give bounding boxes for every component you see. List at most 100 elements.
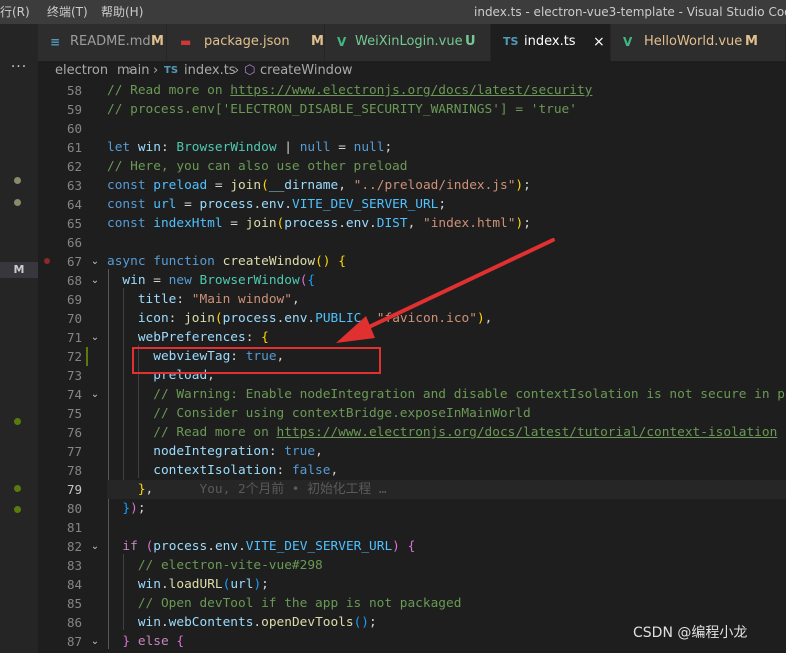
identifier: __dirname [268,178,339,193]
breadcrumb-symbol[interactable]: createWindow [260,63,353,79]
vue-file-icon: V [337,35,347,49]
property-key: title [137,292,177,307]
fold-chevron-icon[interactable]: ⌄ [89,385,101,404]
identifier: process [153,539,208,554]
activity-bar: ··· M [0,24,38,653]
breadcrumb-folder[interactable]: main [117,63,149,79]
code-link[interactable]: https://www.electronjs.org/docs/latest/s… [230,83,592,98]
tab-readme[interactable]: ≡ README.md M [38,24,167,61]
tab-label: index.ts [524,34,576,49]
breadcrumb-folder[interactable]: electron [55,63,108,79]
tab-helloworld-vue[interactable]: V HelloWorld.vue M [611,24,786,61]
close-icon[interactable]: × [593,33,605,51]
line-number: 70 [66,311,82,326]
identifier: indexHtml [153,216,223,231]
scm-added-dot [14,485,21,492]
keyword: if [122,539,138,554]
breadcrumb: electron › main › TS index.ts › ⬡ create… [38,61,786,81]
fold-chevron-icon[interactable]: ⌄ [89,271,101,290]
code-line-58: // Read more on https://www.electronjs.o… [107,81,592,100]
code-line-67: async function createWindow() { [107,254,346,269]
line-number: 61 [66,140,82,155]
line-number: 63 [66,178,82,193]
scm-modified-dot [14,199,21,206]
string: "../preload/index.js" [353,178,516,193]
code-line-79: }, You, 2个月前 • 初始化工程 … [107,480,786,499]
string: "Main window" [191,292,292,307]
code-line-71: webPreferences: { [137,330,269,345]
keyword: null [353,140,385,155]
line-number: 81 [66,520,82,535]
menu-run[interactable]: 行(R) [0,4,30,20]
menu-help[interactable]: 帮助(H) [101,4,143,20]
type-name: BrowserWindow [199,273,300,288]
identifier: VITE_DEV_SERVER_URL [245,539,393,554]
tab-status: U [465,34,476,49]
identifier: process [222,311,277,326]
fold-chevron-icon[interactable]: ⌄ [89,252,101,271]
identifier: env [284,311,308,326]
code-line-85: // Open devTool if the app is not packag… [107,594,462,613]
watermark: CSDN @编程小龙 [633,625,748,641]
npm-file-icon: ▬ [180,35,192,49]
line-number: 80 [66,501,82,516]
identifier: VITE_DEV_SERVER_URL [292,197,439,212]
fold-chevron-icon[interactable]: ⌄ [89,537,101,556]
comment: // Consider using contextBridge.exposeIn… [153,406,531,421]
keyword: null [299,140,331,155]
tab-weixinlogin-vue[interactable]: V WeiXinLogin.vue U [325,24,491,61]
fold-chevron-icon[interactable]: ⌄ [89,328,101,347]
tab-index-ts[interactable]: TS index.ts × [491,24,611,61]
comment: // electron-vite-vue#298 [137,558,323,573]
keyword: const [107,178,146,193]
keyword: let [107,140,131,155]
code-line-63: const preload = join(__dirname, "../prel… [107,178,531,193]
string: "favicon.ico" [376,311,477,326]
fold-chevron-icon[interactable]: ⌄ [89,632,101,651]
code-line-80: }); [122,501,146,516]
line-number: 79 [66,482,82,497]
keyword: new [168,273,192,288]
property-key: icon [137,311,169,326]
code-line-82: if (process.env.VITE_DEV_SERVER_URL) { [122,539,416,554]
git-change-bar [86,347,88,366]
property-key: contextIsolation [153,463,277,478]
code-line-75: // Consider using contextBridge.exposeIn… [107,404,531,423]
line-number: 84 [66,577,82,592]
function-name: join [245,216,277,231]
line-number: 62 [66,159,82,174]
code-line-87: } else { [122,634,185,649]
menu-terminal[interactable]: 终端(T) [47,4,88,20]
comment: // Read more on [107,83,231,98]
line-number: 58 [66,83,82,98]
line-number: 65 [66,216,82,231]
line-number: 75 [66,406,82,421]
identifier: PUBLIC [315,311,362,326]
vue-file-icon: V [623,35,633,49]
breadcrumb-file[interactable]: index.ts [184,63,236,79]
breakpoint-icon[interactable] [44,258,50,264]
identifier: url [230,577,254,592]
typescript-file-icon: TS [164,65,179,76]
keyword: function [153,254,215,269]
keyword: async [107,254,146,269]
identifier: win [137,615,161,630]
function-name: loadURL [168,577,223,592]
line-number: 85 [66,596,82,611]
keyword: true [284,444,316,459]
tab-package-json[interactable]: ▬ package.json M [167,24,325,61]
function-name: createWindow [222,254,316,269]
code-line-61: let win: BrowserWindow | null = null; [107,140,393,155]
line-number: 59 [66,102,82,117]
annotation-highlight-box [132,347,381,374]
keyword: else [137,634,169,649]
code-link[interactable]: https://www.electronjs.org/docs/latest/t… [277,425,778,440]
tab-label: README.md [70,34,151,49]
tab-label: package.json [204,34,290,49]
function-name: openDevTools [261,615,354,630]
identifier: webContents [168,615,254,630]
comment: // Open devTool if the app is not packag… [137,596,462,611]
identifier: preload [153,178,208,193]
more-actions-icon[interactable]: ··· [0,58,38,76]
function-name: join [184,311,215,326]
